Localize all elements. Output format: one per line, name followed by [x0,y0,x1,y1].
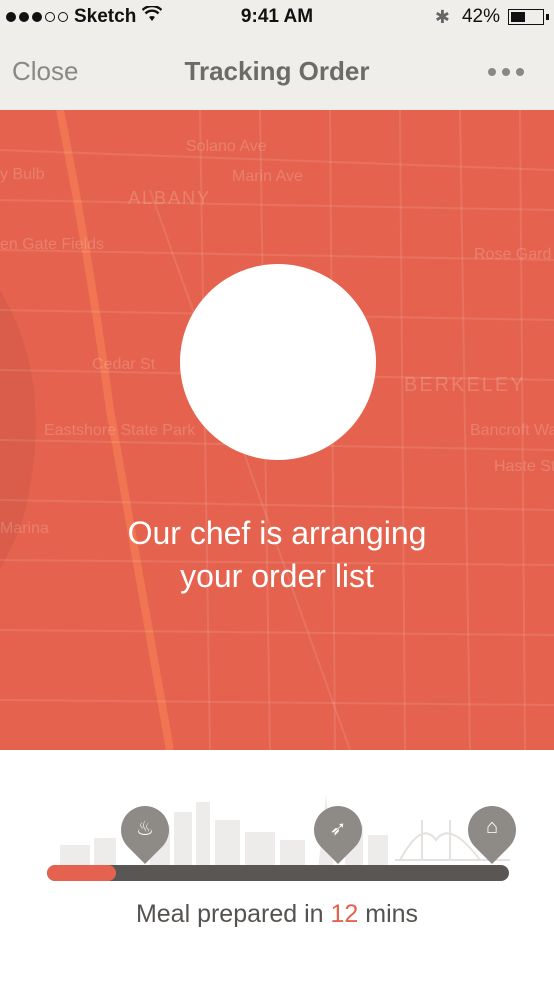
map-label: y Bulb [0,166,45,183]
map-label: Marin Ave [232,168,303,185]
map-label: Solano Ave [186,138,267,155]
eta-caption: Meal prepared in 12 mins [0,900,554,929]
tracking-panel: ♨ ➶ ⌂ Meal prepared in 12 mins [0,750,554,988]
eta-prefix: Meal prepared in [135,900,331,928]
more-horizontal-icon[interactable] [488,68,524,76]
map-label: Cedar St [92,356,156,373]
status-message: Our chef is arranging your order list [0,512,554,598]
home-icon: ⌂ [485,816,499,838]
map-label: ALBANY [128,188,212,208]
map-label: Eastshore State Park [44,422,196,439]
battery-icon [508,9,549,25]
map-label: Haste St [494,458,554,475]
page-title: Tracking Order [184,56,370,86]
status-bar: Sketch 9:41 AM ✱ 42% [0,0,554,34]
stage-pin-delivery[interactable]: ➶ [304,796,372,868]
chef-hat-icon: ♨ [136,818,154,840]
stage-pin-preparing[interactable]: ♨ [111,796,179,868]
order-progress-fill [47,865,117,881]
stage-pin-home[interactable]: ⌂ [458,796,526,868]
map-label: BERKELEY [404,374,526,396]
battery-group: ✱ 42% [434,6,549,28]
map-view[interactable]: Solano Ave Marin Ave ALBANY BERKELEY Ced… [0,110,554,750]
chef-avatar-circle [180,264,376,460]
status-message-line1: Our chef is arranging [127,515,427,551]
map-label: Rose Gard [474,246,552,263]
map-label: en Gate Fields [0,236,105,253]
status-message-line2: your order list [180,558,374,595]
order-progress-track [47,865,509,881]
city-skyline-illustration [60,795,510,870]
eta-suffix: mins [358,900,419,928]
map-label: Bancroft Wa [470,422,554,439]
eta-minutes: 12 [330,900,359,928]
battery-percent: 42% [461,6,500,27]
bluetooth-icon: ✱ [434,6,450,27]
nav-bar: Close Tracking Order [0,34,554,110]
scooter-icon: ➶ [329,818,347,840]
